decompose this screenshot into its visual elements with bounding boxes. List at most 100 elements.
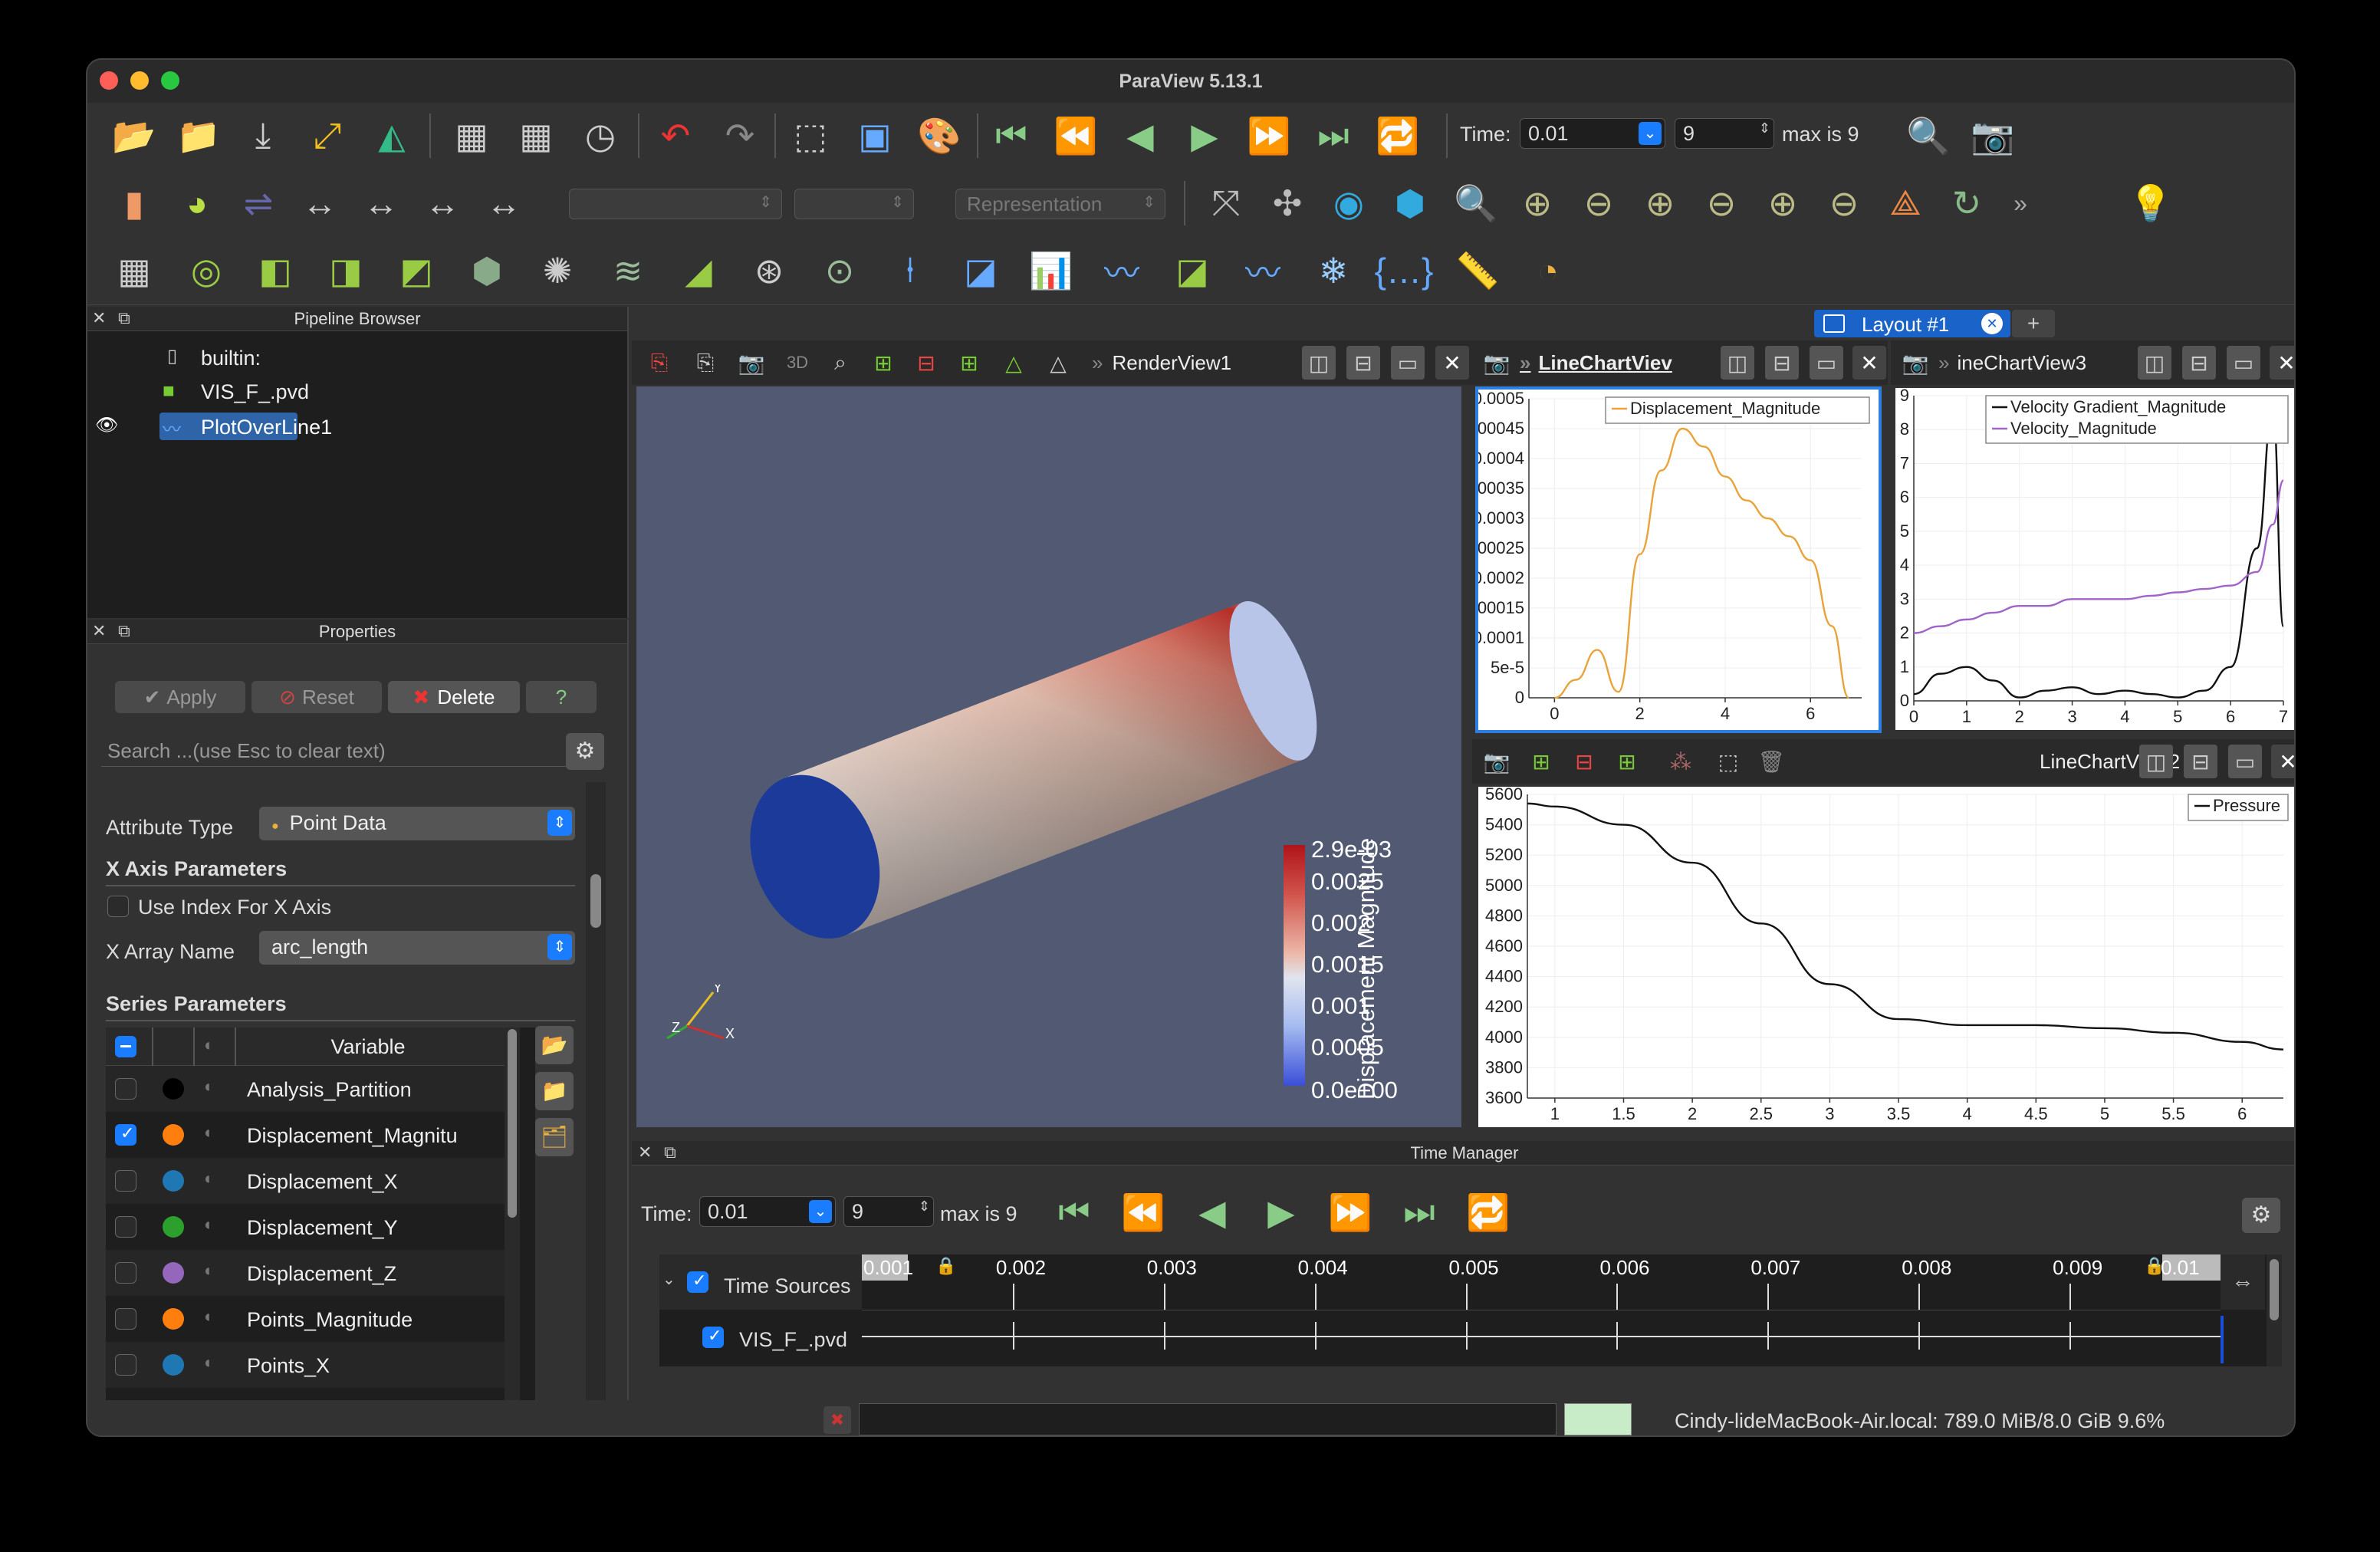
protractor-icon[interactable]: ◔ [1524,247,1572,294]
interrupt-icon[interactable]: ✖ [823,1406,851,1434]
color-by-icon[interactable]: ◕ [173,179,221,227]
warp-icon[interactable]: ◢ [675,247,722,294]
close-view-icon[interactable]: ✕ [2270,346,2294,380]
time-sources-checkbox[interactable]: ✓ [687,1271,708,1293]
rescale-icon[interactable]: ⇌ [235,179,282,227]
series-visibility-checkbox[interactable] [115,1170,136,1192]
split-vertical-icon[interactable]: ⊟ [1765,346,1799,380]
float-icon[interactable]: ⧉ [118,621,130,641]
split-vertical-icon[interactable]: ⊟ [2184,745,2217,778]
series-visibility-checkbox[interactable] [115,1216,136,1238]
minimize-window-button[interactable] [130,71,149,90]
close-window-button[interactable] [100,71,118,90]
recent-files-icon[interactable]: 📁 [175,112,222,159]
close-icon[interactable]: ✕ [638,1143,652,1162]
timeline-scrollbar[interactable] [2267,1254,2282,1366]
line-style-icon[interactable]: ◐ [204,1169,214,1189]
series-row[interactable]: ◐ Displacement_X [106,1158,505,1204]
rotate-90-icon[interactable]: ↻ [1943,179,1990,227]
series-row[interactable]: ◐ Points_Magnitude [106,1296,505,1342]
connect-icon[interactable]: ⤢ [304,112,351,159]
select-cells-icon[interactable]: ⊞ [866,346,900,380]
camera-icon[interactable]: 📷 [1480,346,1514,380]
select-points-icon[interactable]: ⊞ [952,346,986,380]
slice-icon[interactable]: ◨ [322,247,370,294]
snowflake-icon[interactable]: ❄ [1310,247,1357,294]
split-vertical-icon[interactable]: ⊟ [1346,346,1380,380]
series-row[interactable]: ◐ Analysis_Partition [106,1066,505,1112]
tm-play-icon[interactable]: ▶ [1257,1189,1305,1236]
line-style-icon[interactable]: ◐ [204,1077,214,1097]
view-plus-y-icon[interactable]: ⊕ [1636,179,1684,227]
close-view-icon[interactable]: ✕ [2271,745,2294,778]
open-folder-icon[interactable]: 📂 [535,1026,574,1064]
series-visibility-checkbox[interactable] [115,1308,136,1330]
zoom-to-data-icon[interactable]: ✣ [1264,179,1311,227]
view-minus-z-icon[interactable]: ⊖ [1820,179,1868,227]
help-button[interactable]: ? [526,681,597,713]
series-row[interactable]: ◐ Points_X [106,1342,505,1388]
zoom-box-icon[interactable]: 🔍 [1452,179,1500,227]
zoom-window-button[interactable] [161,71,179,90]
select-box-icon[interactable]: ⬚ [1711,745,1745,778]
next-frame-icon[interactable]: ⏩ [1245,112,1293,159]
layout-tab[interactable]: Layout #1 ✕ [1814,307,2010,337]
representation-select[interactable]: Representation ⇕ [955,189,1165,219]
float-icon[interactable]: ⧉ [118,308,130,328]
render-view-canvas[interactable]: 2.9e-03 0.0025 0.002 0.0015 0.001 0.0005 0.0e+… [636,386,1461,1127]
chevron-down-icon[interactable]: ⌄ [809,1200,832,1223]
series-color-swatch[interactable] [163,1262,184,1284]
save-data-icon[interactable]: ⤓ [239,112,287,159]
redo-icon[interactable]: ↷ [716,112,764,159]
glyph-icon[interactable]: ✺ [534,247,581,294]
camera-icon[interactable]: 📷 [1480,745,1514,778]
eye-icon[interactable]: 👁 [95,414,118,436]
lock-view-icon[interactable]: ⎘ [689,346,722,380]
selection-icon[interactable]: ◪ [957,247,1004,294]
timeline[interactable]: 0.001 0.002 0.003 0.004 0.005 0.006 0.007 0.008… [862,1254,2224,1366]
rescale-range-icon[interactable]: ↔ [296,179,344,227]
zoom-icon[interactable]: ⌕ [823,346,857,380]
chart-view1-canvas[interactable]: 0.0005 0.00045 0.0004 0.00035 0.0003 0.00025 0… [1463,386,1882,733]
deselect-icon[interactable]: ⊟ [1567,745,1601,778]
series-color-swatch[interactable] [163,1216,184,1238]
zoom-closest-icon[interactable]: ◉ [1325,179,1372,227]
maximize-icon[interactable]: ▭ [1810,346,1843,380]
maximize-icon[interactable]: ▭ [2227,346,2260,380]
properties-scrollbar[interactable] [586,782,606,1426]
probe-icon[interactable]: ⍿ [886,247,934,294]
series-row[interactable]: ◐ Displacement_Y [106,1204,505,1250]
rescale-visible-icon[interactable]: ↔ [419,179,466,227]
series-color-swatch[interactable] [163,1078,184,1100]
view-minus-x-icon[interactable]: ⊖ [1575,179,1622,227]
play-icon[interactable]: ▶ [1181,112,1228,159]
maximize-icon[interactable]: ▭ [1391,346,1425,380]
series-visibility-checkbox[interactable] [115,1262,136,1284]
split-vertical-icon[interactable]: ⊟ [2182,346,2216,380]
pipeline-item-builtin[interactable]: ▯ builtin: [129,344,589,374]
contour-icon[interactable]: ◎ [182,247,230,294]
stepper-icon[interactable]: ⇕ [1759,120,1770,136]
threshold-icon[interactable]: ◩ [393,247,440,294]
split-horizontal-icon[interactable]: ◫ [2139,745,2173,778]
zoom-to-box-icon[interactable]: ⬢ [1386,179,1434,227]
undo-icon[interactable]: ↶ [652,112,699,159]
isometric-view-icon[interactable]: ⟁ [1882,179,1929,227]
add-selection-icon[interactable]: ⊞ [1610,745,1644,778]
stream-tracer-icon[interactable]: ≋ [604,247,652,294]
delete-button[interactable]: ✖ Delete [388,681,520,713]
series-color-swatch[interactable] [163,1354,184,1376]
select-all-checkbox[interactable] [115,1036,136,1057]
camera-plus-icon[interactable]: 📷 [1969,112,2017,159]
color-array-select[interactable]: ⇕ [569,189,782,219]
float-icon[interactable]: ⧉ [664,1143,676,1162]
plot-line-icon[interactable]: ◪ [1169,247,1216,294]
select-frustum-icon[interactable]: △ [1041,346,1075,380]
close-view-icon[interactable]: ✕ [1435,346,1469,380]
plot-time-icon[interactable]: 〰 [1098,247,1146,294]
tm-last-frame-icon[interactable]: ⏭ [1395,1189,1443,1236]
close-icon[interactable]: ✕ [92,621,106,641]
loop-icon[interactable]: 🔁 [1374,112,1422,159]
group-icon[interactable]: ⊛ [745,247,793,294]
python-script-icon[interactable]: {…} [1375,247,1434,294]
